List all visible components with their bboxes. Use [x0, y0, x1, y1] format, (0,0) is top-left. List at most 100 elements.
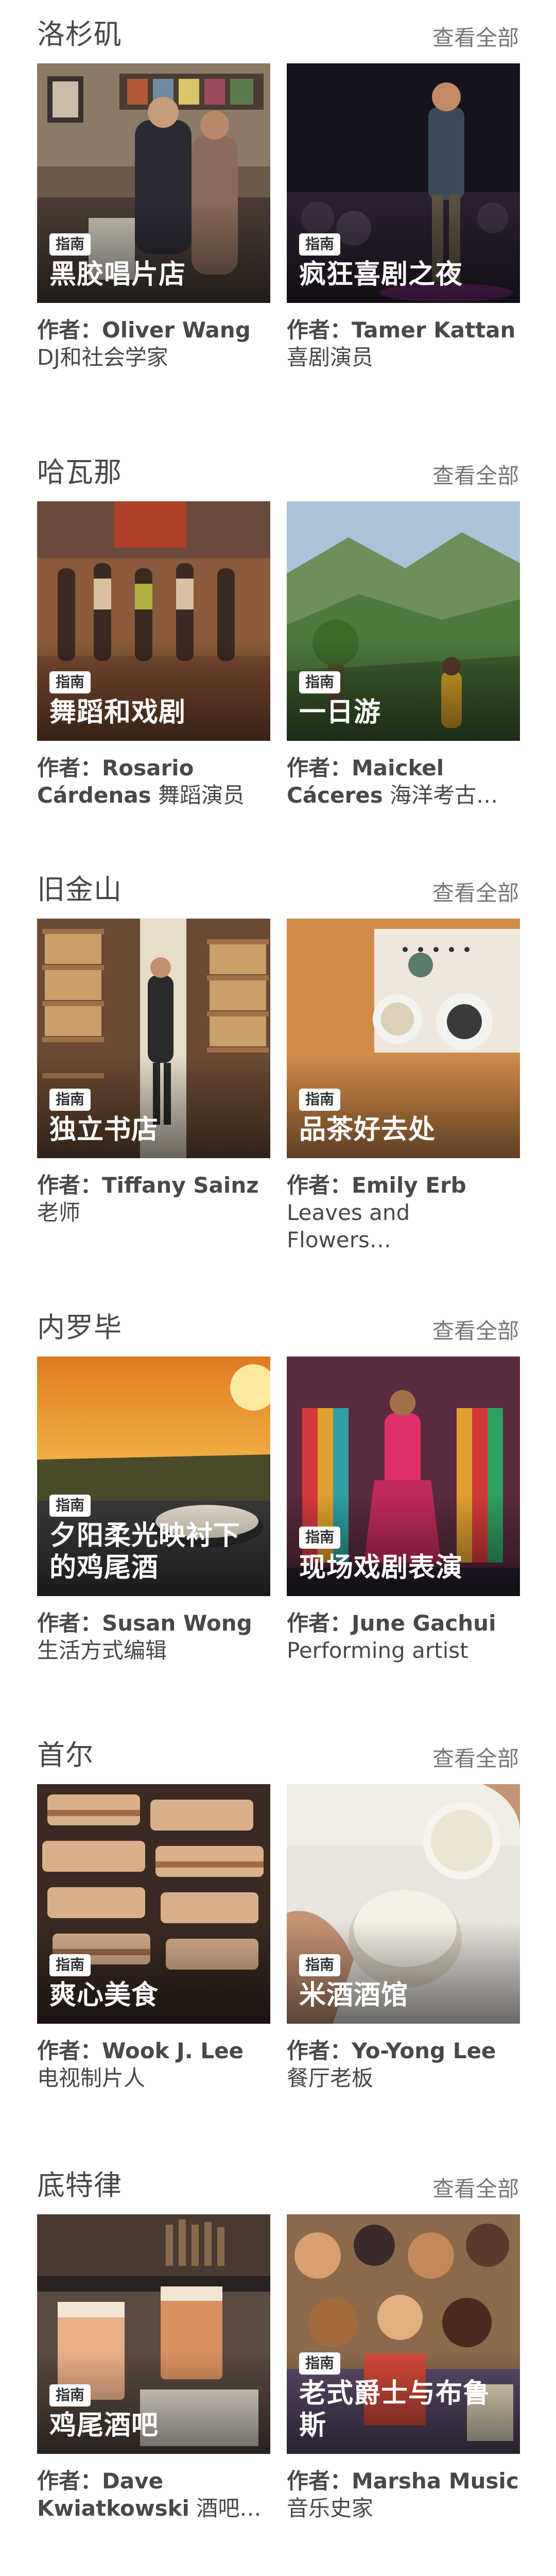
guide-title: 夕阳柔光映衬下的鸡尾酒 — [49, 1520, 241, 1583]
city-section: 底特律 查看全部 指南 鸡尾酒吧 作者：Dave Kwiatkowski 酒吧… 指南… — [0, 2151, 556, 2563]
author-prefix: 作者： — [37, 1173, 102, 1198]
author-byline: 作者：Susan Wong — [37, 1609, 270, 1637]
card-title-block: 指南 老式爵士与布鲁斯 — [299, 2352, 511, 2442]
guide-card[interactable]: 指南 老式爵士与布鲁斯作者：Marsha Music 音乐史家 — [287, 2214, 520, 2522]
author-name: June Gachui — [352, 1611, 496, 1636]
guide-card-image[interactable]: 指南 老式爵士与布鲁斯 — [287, 2214, 520, 2454]
guide-card[interactable]: 指南 舞蹈和戏剧 作者：Rosario Cárdenas 舞蹈演员 — [37, 501, 270, 809]
city-section: 内罗毕 查看全部 指南 夕阳柔光映衬下的鸡尾酒 作者：Susan Wong 生活方式编辑… — [0, 1293, 556, 1705]
guide-card-image[interactable]: 指南 现场戏剧表演 — [287, 1357, 520, 1596]
author-role: Performing artist — [287, 1638, 468, 1663]
guide-badge: 指南 — [299, 671, 341, 693]
guide-card[interactable]: 指南 独立书店作者：Tiffany Sainz 老师 — [37, 919, 270, 1226]
author-prefix: 作者： — [287, 1173, 352, 1198]
guide-card-image[interactable]: 指南 独立书店 — [37, 919, 270, 1158]
guide-card[interactable]: 指南 米酒酒馆作者：Yo-Yong Lee 餐厅老板 — [287, 1784, 520, 2092]
guide-card[interactable]: 指南 爽心美食 作者：Wook J. Lee 电视制片人 — [37, 1784, 270, 2092]
city-title: 首尔 — [37, 1739, 94, 1771]
guide-card-image[interactable]: 指南 黑胶唱片店 — [37, 63, 270, 303]
guide-cards-row: 指南 鸡尾酒吧 作者：Dave Kwiatkowski 酒吧… 指南 老式爵士与布鲁斯… — [37, 2214, 520, 2534]
see-all-link[interactable]: 查看全部 — [432, 876, 519, 907]
author-info: 作者：June Gachui Performing artist — [287, 1609, 520, 1664]
guide-card-image[interactable]: 指南 疯狂喜剧之夜 — [287, 63, 520, 303]
author-prefix: 作者： — [287, 2468, 352, 2494]
author-byline: 作者：Marsha Music — [287, 2467, 520, 2495]
card-title-block: 指南 舞蹈和戏剧 — [49, 671, 261, 728]
section-header: 哈瓦那 查看全部 — [37, 438, 519, 495]
author-text: 作者：Dave Kwiatkowski 酒吧… — [37, 2467, 270, 2522]
guide-title: 现场戏剧表演 — [299, 1552, 463, 1583]
author-info: 作者：Tamer Kattan 喜剧演员 — [287, 316, 520, 371]
author-info: 作者：Emily Erb Leaves and Flowers… — [287, 1172, 520, 1253]
card-title-block: 指南夕阳柔光映衬下的鸡尾酒 — [49, 1495, 261, 1584]
guide-title: 爽心美食 — [49, 1980, 159, 2011]
see-all-link[interactable]: 查看全部 — [432, 459, 519, 490]
city-section: 哈瓦那 查看全部 指南 舞蹈和戏剧 作者：Rosario Cárdenas 舞蹈演员 … — [0, 438, 556, 850]
guide-card[interactable]: 指南 疯狂喜剧之夜 作者：Tamer Kattan 喜剧演员 — [287, 63, 520, 371]
author-info: 作者：Tiffany Sainz 老师 — [37, 1172, 270, 1226]
guide-card-image[interactable]: 指南 舞蹈和戏剧 — [37, 501, 270, 741]
author-name: Marsha Music — [352, 2468, 519, 2494]
author-info: 作者：Maickel Cáceres 海洋考古… — [287, 754, 520, 809]
author-prefix: 作者： — [287, 1611, 352, 1636]
author-role: 生活方式编辑 — [37, 1638, 167, 1663]
guide-title: 鸡尾酒吧 — [49, 2410, 159, 2441]
author-prefix: 作者： — [287, 2038, 352, 2063]
city-title: 洛杉矶 — [37, 18, 122, 50]
guide-card[interactable]: 指南 现场戏剧表演作者：June Gachui Performing artist — [287, 1357, 520, 1664]
guide-card-image[interactable]: 指南 一日游 — [287, 501, 520, 741]
guide-badge: 指南 — [49, 233, 91, 256]
see-all-link[interactable]: 查看全部 — [432, 2172, 519, 2203]
author-role: 餐厅老板 — [287, 2065, 374, 2091]
author-role: 酒吧… — [196, 2496, 262, 2521]
author-prefix: 作者： — [37, 2468, 102, 2494]
guide-title: 米酒酒馆 — [299, 1980, 409, 2011]
section-header: 旧金山 查看全部 — [37, 855, 519, 912]
guide-badge: 指南 — [299, 1089, 341, 1111]
guide-card-image[interactable]: 指南夕阳柔光映衬下的鸡尾酒 — [37, 1357, 270, 1596]
guide-badge: 指南 — [299, 233, 341, 256]
author-role: 喜剧演员 — [287, 345, 374, 370]
author-role: 舞蹈演员 — [158, 783, 245, 808]
guide-card[interactable]: 指南 一日游作者：Maickel Cáceres 海洋考古… — [287, 501, 520, 809]
author-prefix: 作者： — [37, 317, 102, 343]
author-info: 作者：Rosario Cárdenas 舞蹈演员 — [37, 754, 270, 809]
author-role: DJ和社会学家 — [37, 345, 168, 370]
author-info: 作者：Yo-Yong Lee 餐厅老板 — [287, 2037, 520, 2092]
guide-card[interactable]: 指南夕阳柔光映衬下的鸡尾酒作者：Susan Wong 生活方式编辑 — [37, 1357, 270, 1664]
guide-badge: 指南 — [49, 671, 91, 693]
see-all-link[interactable]: 查看全部 — [432, 1314, 519, 1345]
author-prefix: 作者： — [37, 2038, 102, 2063]
city-title: 旧金山 — [37, 873, 122, 906]
author-info: 作者：Oliver Wang DJ和社会学家 — [37, 316, 270, 371]
author-name: Tiffany Sainz — [102, 1173, 259, 1198]
author-prefix: 作者： — [287, 317, 352, 343]
card-title-block: 指南 鸡尾酒吧 — [49, 2384, 261, 2442]
section-header: 内罗毕 查看全部 — [37, 1293, 519, 1350]
author-byline: 作者：Yo-Yong Lee — [287, 2037, 520, 2064]
author-info: 作者：Marsha Music 音乐史家 — [287, 2467, 520, 2522]
guide-title: 独立书店 — [49, 1114, 159, 1145]
guide-cards-row: 指南 爽心美食 作者：Wook J. Lee 电视制片人 指南 米酒酒馆 作者：Yo-Yo… — [37, 1784, 520, 2104]
guide-badge: 指南 — [49, 1495, 91, 1517]
author-text: 作者：Maickel Cáceres 海洋考古… — [287, 754, 520, 809]
author-name: Susan Wong — [102, 1611, 252, 1636]
section-header: 底特律 查看全部 — [37, 2151, 519, 2208]
guide-card-image[interactable]: 指南 米酒酒馆 — [287, 1784, 520, 2024]
guide-card[interactable]: 指南品茶好去处作者：Emily Erb Leaves and Flowers… — [287, 919, 520, 1253]
guide-card[interactable]: 指南 鸡尾酒吧 作者：Dave Kwiatkowski 酒吧… — [37, 2214, 270, 2522]
card-title-block: 指南 疯狂喜剧之夜 — [299, 233, 511, 291]
guide-title: 品茶好去处 — [299, 1114, 436, 1145]
see-all-link[interactable]: 查看全部 — [432, 21, 519, 52]
guide-card-image[interactable]: 指南 品茶好去处 — [287, 919, 520, 1158]
author-byline: 作者：Tiffany Sainz — [37, 1172, 270, 1199]
card-title-block: 指南 黑胶唱片店 — [49, 233, 261, 291]
author-name: Oliver Wang — [102, 317, 251, 343]
see-all-link[interactable]: 查看全部 — [432, 1741, 519, 1773]
guide-card[interactable]: 指南 黑胶唱片店 作者：Oliver Wang DJ和社会学家 — [37, 63, 270, 371]
guide-card-image[interactable]: 指南 爽心美食 — [37, 1784, 270, 2024]
guide-card-image[interactable]: 指南 鸡尾酒吧 — [37, 2214, 270, 2454]
guide-badge: 指南 — [299, 2352, 341, 2375]
author-prefix: 作者： — [37, 1611, 102, 1636]
city-section: 洛杉矶 查看全部 指南 黑胶唱片店 作者：Oliver Wang DJ和社会学家 指南疯… — [0, 0, 556, 412]
